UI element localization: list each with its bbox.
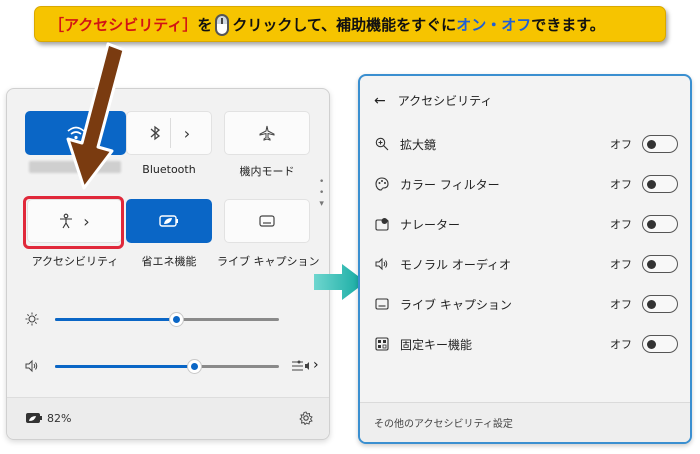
narrator-icon <box>375 218 389 231</box>
live-caption-label: ライブ キャプション <box>400 297 512 312</box>
battery-percentage: 82% <box>47 411 72 425</box>
mono-audio-toggle[interactable] <box>642 255 678 273</box>
live-caption-toggle[interactable] <box>642 295 678 313</box>
banner-onoff-text: オン・オフ <box>456 15 532 34</box>
bluetooth-label: Bluetooth <box>142 163 196 176</box>
brightness-thumb[interactable] <box>169 312 183 326</box>
live-caption-row: ライブ キャプション オフ <box>374 292 678 316</box>
live-caption-state: オフ <box>610 298 632 311</box>
accessibility-label: アクセシビリティ <box>31 255 119 268</box>
mono-audio-label: モノラル オーディオ <box>400 257 511 272</box>
quick-settings-footer: 82% <box>7 397 329 439</box>
audio-output-icon[interactable] <box>291 359 313 373</box>
volume-slider[interactable] <box>55 359 279 373</box>
pointer-arrow-brown <box>66 42 126 190</box>
sticky-keys-icon <box>375 337 389 351</box>
narrator-toggle[interactable] <box>642 215 678 233</box>
magnifier-row: 拡大鏡 オフ <box>374 132 678 156</box>
color-filter-row: カラー フィルター オフ <box>374 172 678 196</box>
battery-saver-icon <box>159 215 178 227</box>
banner-click-text: クリックして、補助機能をすぐに <box>232 15 457 34</box>
magnifier-icon <box>375 137 389 151</box>
accessibility-highlight <box>23 196 124 249</box>
back-arrow-icon[interactable]: ← <box>374 93 386 109</box>
mouse-icon <box>215 14 230 36</box>
bluetooth-tile[interactable]: › <box>126 111 212 155</box>
page-indicator[interactable]: • • ▾ <box>319 177 324 210</box>
volume-icon <box>25 359 38 373</box>
airplane-icon <box>259 125 275 141</box>
color-filter-icon <box>375 177 389 191</box>
live-caption-tile[interactable] <box>224 199 310 243</box>
sticky-keys-row: 固定キー機能 オフ <box>374 332 678 356</box>
narrator-state: オフ <box>610 218 632 231</box>
quick-settings-panel: › Bluetooth 機内モード › アクセシビリティ 省エネ機能 ライブ キ… <box>6 88 330 440</box>
accessibility-panel-title: アクセシビリティ <box>397 94 493 108</box>
mono-audio-icon <box>375 257 388 271</box>
banner-accessibility-text: ［アクセシビリティ］ <box>49 15 198 34</box>
mono-audio-row: モノラル オーディオ オフ <box>374 252 678 276</box>
volume-thumb[interactable] <box>187 359 201 373</box>
live-caption-label: ライブ キャプション <box>217 255 320 268</box>
battery-icon <box>26 413 42 423</box>
airplane-tile[interactable] <box>224 111 310 155</box>
narrator-label: ナレーター <box>400 217 461 232</box>
accessibility-panel: ← アクセシビリティ 拡大鏡 オフ カラー フィルター オフ ナレーター オフ … <box>358 74 692 444</box>
magnifier-toggle[interactable] <box>642 135 678 153</box>
accessibility-panel-header: ← アクセシビリティ <box>374 92 492 109</box>
audio-output-chevron-icon[interactable]: › <box>313 357 319 373</box>
brightness-icon <box>25 312 39 326</box>
battery-saver-label: 省エネ機能 <box>141 255 197 268</box>
bluetooth-chevron-icon[interactable]: › <box>184 124 190 143</box>
color-filter-label: カラー フィルター <box>400 177 500 192</box>
sticky-keys-state: オフ <box>610 338 632 351</box>
banner-particle: を <box>197 15 213 34</box>
bluetooth-icon <box>150 125 160 141</box>
color-filter-toggle[interactable] <box>642 175 678 193</box>
instruction-banner: ［アクセシビリティ］ を クリックして、補助機能をすぐに オン・オフ できます。 <box>34 6 666 42</box>
sticky-keys-label: 固定キー機能 <box>400 337 473 352</box>
more-accessibility-settings-link[interactable]: その他のアクセシビリティ設定 <box>360 402 690 442</box>
settings-gear-icon[interactable] <box>299 411 313 425</box>
color-filter-state: オフ <box>610 178 632 191</box>
mono-audio-state: オフ <box>610 258 632 271</box>
brightness-slider-row <box>25 309 315 329</box>
live-caption-icon <box>259 215 275 227</box>
banner-end-text: できます。 <box>531 15 605 34</box>
battery-saver-tile[interactable] <box>126 199 212 243</box>
live-caption-icon <box>375 298 389 310</box>
airplane-label: 機内モード <box>239 165 295 178</box>
magnifier-label: 拡大鏡 <box>400 137 437 152</box>
magnifier-state: オフ <box>610 138 632 151</box>
brightness-slider[interactable] <box>55 312 279 326</box>
volume-slider-row: › <box>25 356 319 376</box>
narrator-row: ナレーター オフ <box>374 212 678 236</box>
sticky-keys-toggle[interactable] <box>642 335 678 353</box>
